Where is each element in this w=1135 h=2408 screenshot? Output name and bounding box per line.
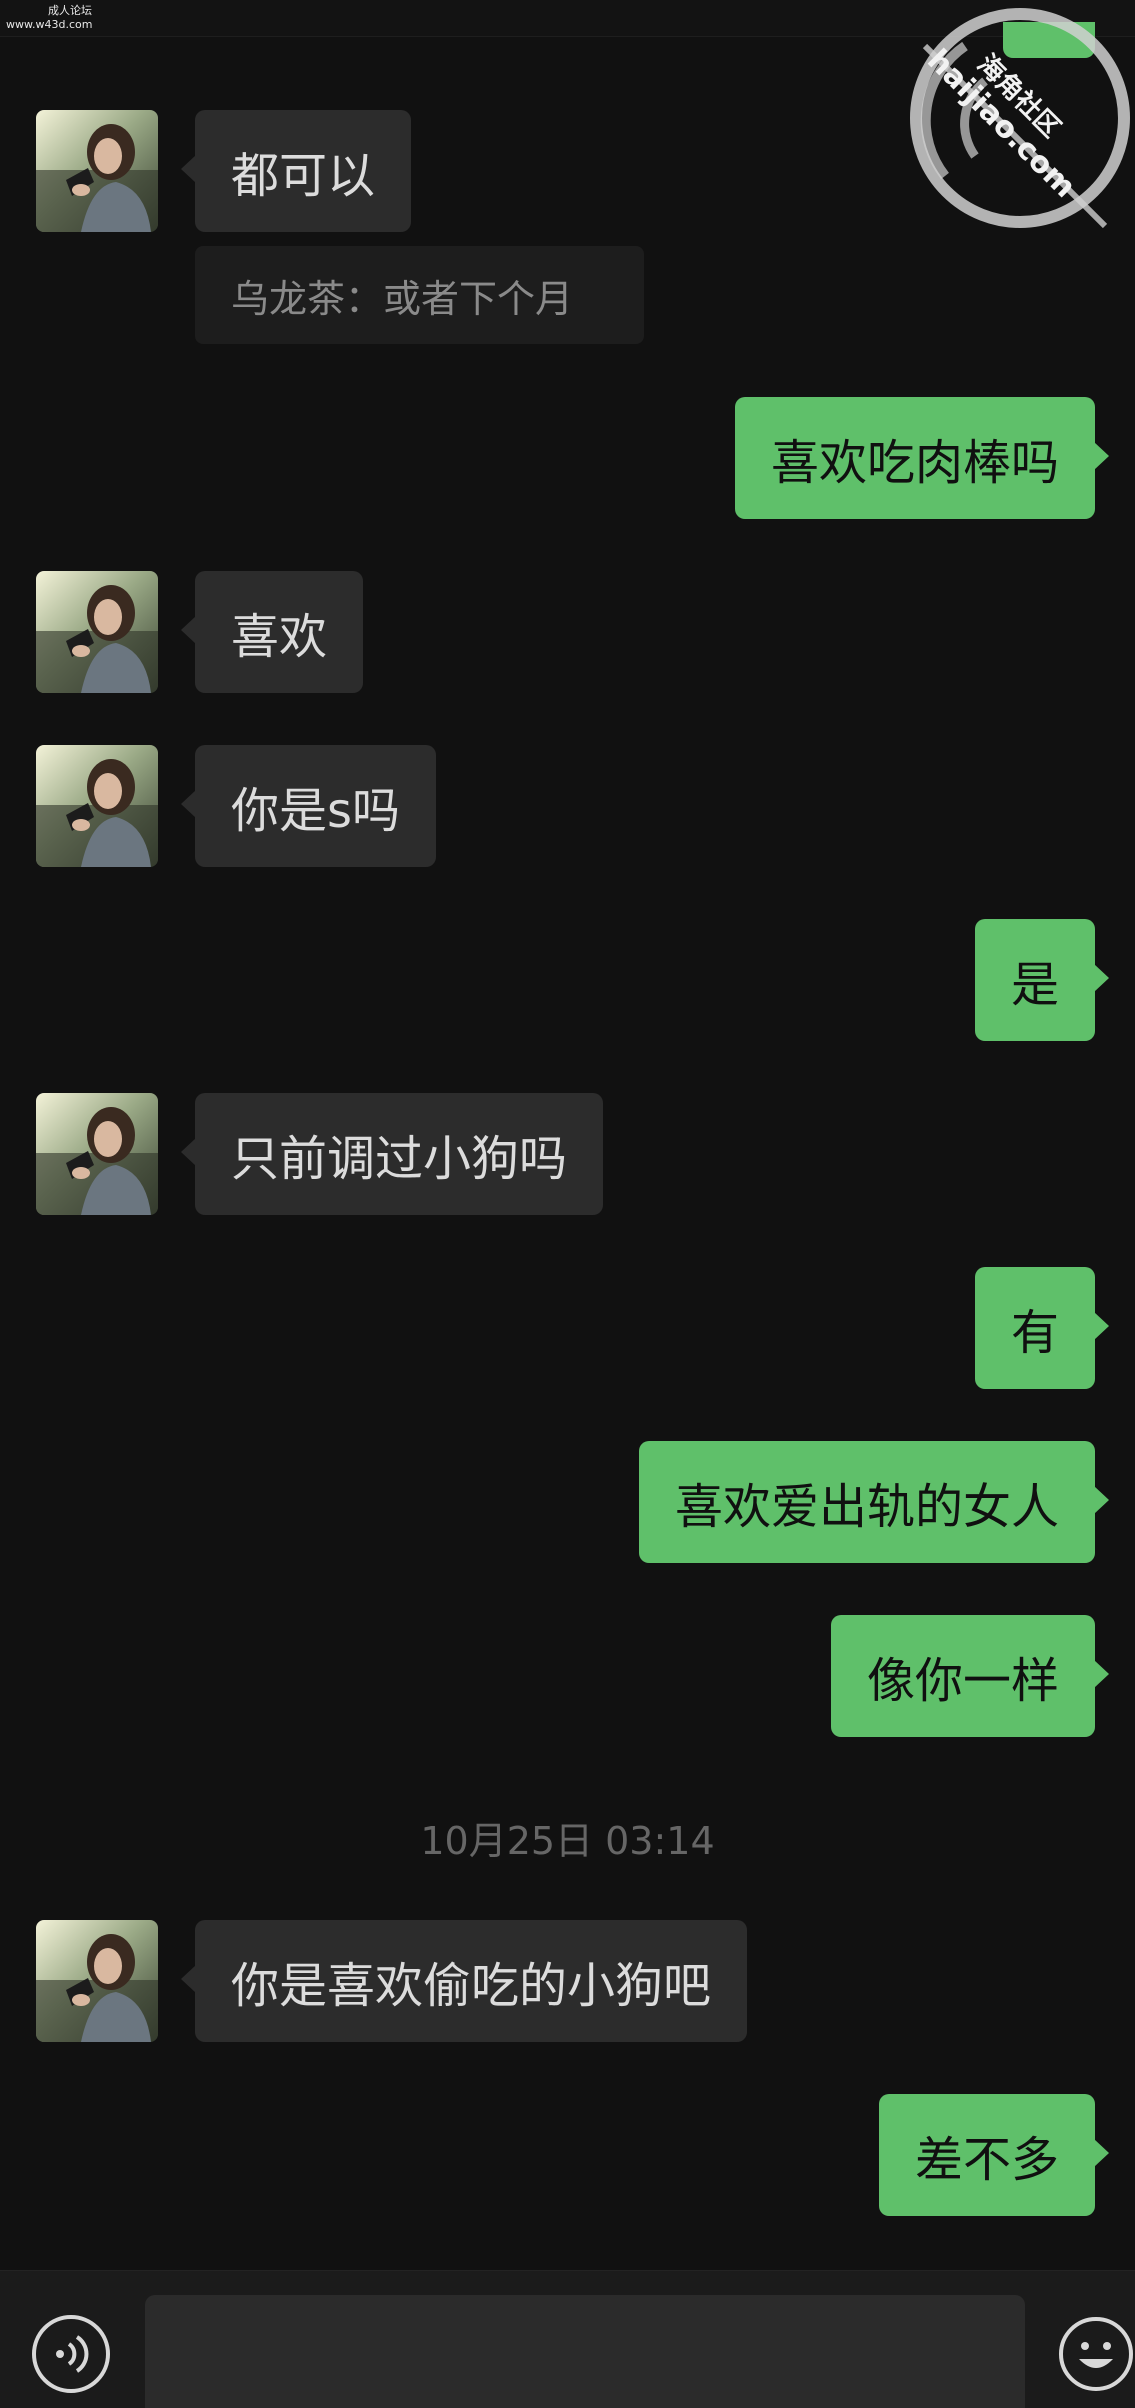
incoming-bubble[interactable]: 喜欢	[180, 571, 364, 693]
site-overlay-text: 成人论坛 www.w43d.com	[6, 4, 92, 32]
message-row-incoming: 只前调过小狗吗	[0, 1093, 1135, 1215]
site-overlay-line2: www.w43d.com	[6, 18, 93, 31]
voice-button[interactable]	[32, 2315, 110, 2393]
chat-timestamp: 10月25日 03:14	[420, 1819, 715, 1863]
site-overlay-line1: 成人论坛	[48, 4, 92, 17]
outgoing-bubble[interactable]: 有	[974, 1267, 1110, 1389]
outgoing-bubble[interactable]: 像你一样	[830, 1615, 1110, 1737]
outgoing-bubble[interactable]: 是	[974, 919, 1110, 1041]
contact-avatar[interactable]	[36, 1093, 158, 1215]
emoji-button[interactable]	[1057, 2315, 1135, 2393]
outgoing-bubble[interactable]: 喜欢吃肉棒吗	[734, 397, 1110, 519]
emoji-icon	[1059, 2317, 1133, 2391]
message-row-outgoing: 喜欢吃肉棒吗	[0, 397, 1135, 519]
voice-icon	[56, 2335, 89, 2373]
outgoing-bubble[interactable]: 喜欢爱出轨的女人	[638, 1441, 1110, 1563]
incoming-bubble[interactable]: 你是喜欢偷吃的小狗吧	[180, 1920, 748, 2042]
quoted-message[interactable]: 乌龙茶：或者下个月	[195, 246, 644, 344]
message-row-incoming: 你是喜欢偷吃的小狗吧	[0, 1920, 1135, 2042]
outgoing-bubble[interactable]: 差不多	[878, 2094, 1110, 2216]
message-row-incoming: 喜欢	[0, 571, 1135, 693]
contact-avatar[interactable]	[36, 571, 158, 693]
message-input[interactable]	[145, 2295, 1025, 2408]
contact-avatar[interactable]	[36, 745, 158, 867]
message-row-outgoing: 喜欢爱出轨的女人	[0, 1441, 1135, 1563]
incoming-bubble[interactable]: 都可以	[180, 110, 412, 232]
message-row-outgoing: 有	[0, 1267, 1135, 1389]
incoming-bubble[interactable]: 只前调过小狗吗	[180, 1093, 604, 1215]
message-row-outgoing: 像你一样	[0, 1615, 1135, 1737]
incoming-bubble[interactable]: 你是s吗	[180, 745, 437, 867]
chat-input-bar	[0, 2270, 1135, 2408]
contact-avatar[interactable]	[36, 110, 158, 232]
message-row-outgoing: 是	[0, 919, 1135, 1041]
message-row-outgoing: 差不多	[0, 2094, 1135, 2216]
contact-avatar[interactable]	[36, 1920, 158, 2042]
message-row-incoming: 你是s吗	[0, 745, 1135, 867]
